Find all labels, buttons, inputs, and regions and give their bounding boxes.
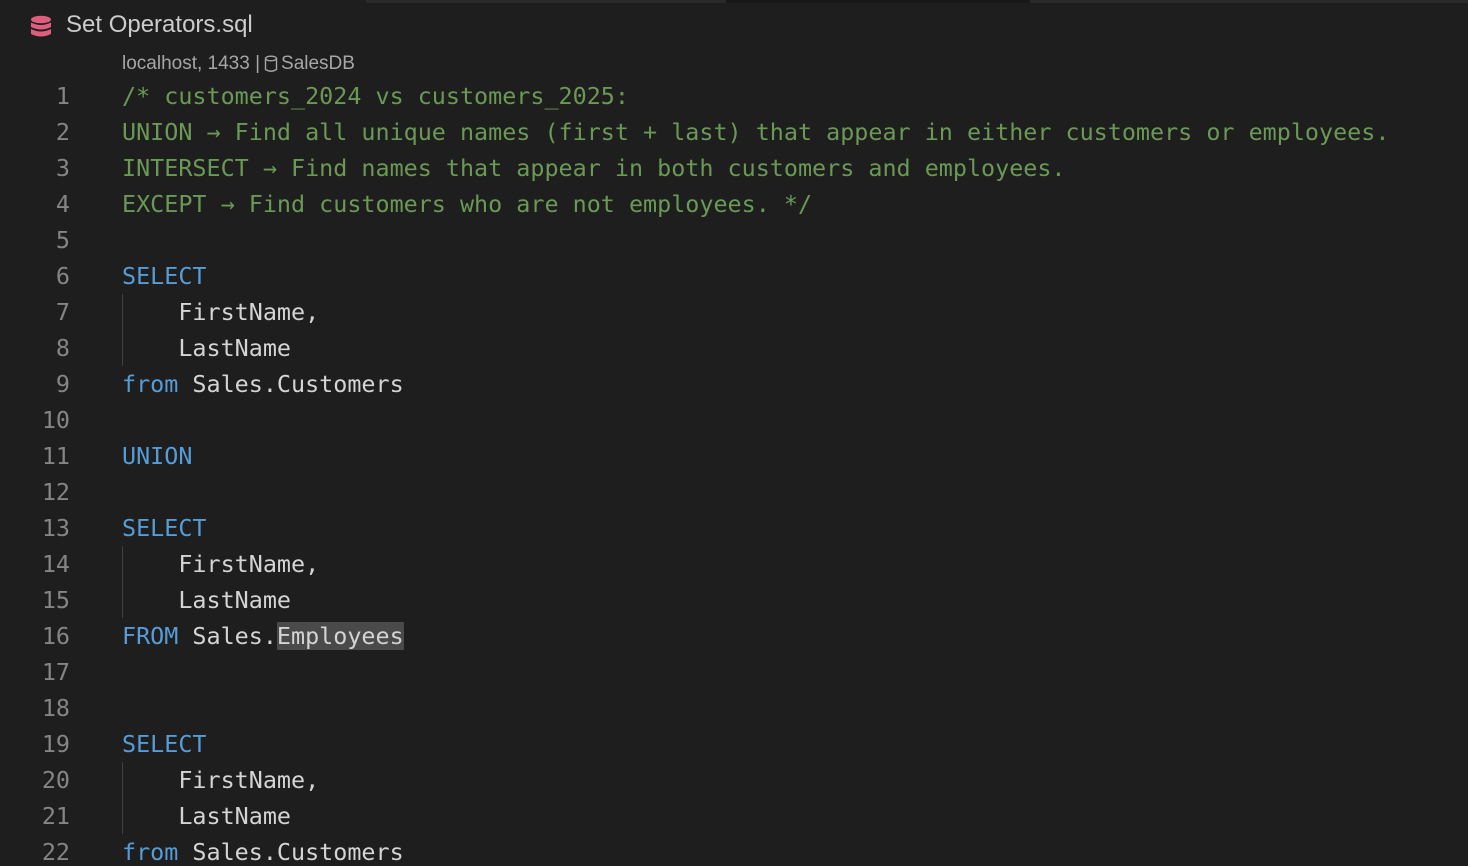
line-number: 18 bbox=[41, 694, 70, 722]
code-line[interactable]: 4 EXCEPT → Find customers who are not emp… bbox=[0, 186, 1468, 222]
sql-keyword: UNION bbox=[122, 442, 193, 470]
code-line[interactable]: 15 LastName bbox=[0, 582, 1468, 618]
line-number: 11 bbox=[41, 442, 70, 470]
connection-server: localhost, 1433 | bbox=[122, 53, 261, 74]
database-cylinder-icon bbox=[264, 55, 278, 72]
code-line[interactable]: 9 from Sales.Customers bbox=[0, 366, 1468, 402]
line-text: SELECT bbox=[122, 258, 207, 294]
code-token: FirstName, bbox=[122, 298, 320, 326]
code-token: FirstName, bbox=[122, 766, 320, 794]
code-line[interactable]: 2 UNION → Find all unique names (first + … bbox=[0, 114, 1468, 150]
line-number: 1 bbox=[55, 82, 70, 110]
code-line[interactable]: 8 LastName bbox=[0, 330, 1468, 366]
sql-keyword: SELECT bbox=[122, 262, 207, 290]
code-line[interactable]: 18 bbox=[0, 690, 1468, 726]
code-line[interactable]: 11 UNION bbox=[0, 438, 1468, 474]
line-text: from Sales.Customers bbox=[122, 834, 404, 866]
sql-keyword: FROM bbox=[122, 622, 179, 650]
line-text: INTERSECT → Find names that appear in bo… bbox=[122, 150, 1066, 186]
code-token: Sales. bbox=[178, 622, 277, 650]
line-text: UNION bbox=[122, 438, 192, 474]
line-text: SELECT bbox=[122, 726, 207, 762]
line-number: 16 bbox=[41, 622, 70, 650]
code-line[interactable]: 6 SELECT bbox=[0, 258, 1468, 294]
line-number: 19 bbox=[41, 730, 70, 758]
line-number: 5 bbox=[55, 226, 70, 254]
code-line[interactable]: 7 FirstName, bbox=[0, 294, 1468, 330]
line-number: 3 bbox=[55, 154, 70, 182]
line-number: 9 bbox=[55, 370, 70, 398]
tab-divider bbox=[1030, 0, 1468, 3]
line-number: 10 bbox=[41, 406, 70, 434]
code-token: FirstName, bbox=[122, 550, 320, 578]
line-number: 8 bbox=[55, 334, 70, 362]
line-number: 12 bbox=[41, 478, 70, 506]
line-number: 2 bbox=[55, 118, 70, 146]
connection-breadcrumb[interactable]: localhost, 1433 | SalesDB bbox=[122, 51, 355, 77]
sql-keyword: SELECT bbox=[122, 514, 207, 542]
line-text: FirstName, bbox=[122, 762, 319, 798]
code-line[interactable]: 20 FirstName, bbox=[0, 762, 1468, 798]
line-text: LastName bbox=[122, 330, 291, 366]
line-number: 6 bbox=[55, 262, 70, 290]
code-token: LastName bbox=[122, 334, 291, 362]
line-number: 17 bbox=[41, 658, 70, 686]
code-line[interactable]: 10 bbox=[0, 402, 1468, 438]
sql-keyword: SELECT bbox=[122, 730, 207, 758]
line-text: EXCEPT → Find customers who are not empl… bbox=[122, 186, 812, 222]
line-number: 7 bbox=[55, 298, 70, 326]
code-line[interactable]: 17 bbox=[0, 654, 1468, 690]
line-text: FROM Sales.Employees bbox=[122, 618, 404, 654]
line-number: 13 bbox=[41, 514, 70, 542]
line-number: 20 bbox=[41, 766, 70, 794]
line-text: /* customers_2024 vs customers_2025: bbox=[122, 78, 629, 114]
sql-comment: INTERSECT → Find names that appear in bo… bbox=[122, 154, 1066, 182]
sql-keyword: from bbox=[122, 370, 179, 398]
sql-keyword: from bbox=[122, 838, 179, 866]
code-token: Employees bbox=[276, 622, 404, 650]
connection-database: SalesDB bbox=[281, 53, 355, 74]
line-number: 14 bbox=[41, 550, 70, 578]
code-token: Sales.Customers bbox=[178, 370, 404, 398]
line-text: LastName bbox=[122, 798, 291, 834]
code-line[interactable]: 3 INTERSECT → Find names that appear in b… bbox=[0, 150, 1468, 186]
code-line[interactable]: 21 LastName bbox=[0, 798, 1468, 834]
code-line[interactable]: 5 bbox=[0, 222, 1468, 258]
line-number: 4 bbox=[55, 190, 70, 218]
code-token: LastName bbox=[122, 802, 291, 830]
tab-title: Set Operators.sql bbox=[66, 11, 253, 38]
code-line[interactable]: 13 SELECT bbox=[0, 510, 1468, 546]
code-token: Sales.Customers bbox=[178, 838, 404, 866]
line-number: 22 bbox=[41, 838, 70, 866]
line-text: FirstName, bbox=[122, 546, 319, 582]
line-text: SELECT bbox=[122, 510, 207, 546]
editor-tab[interactable]: Set Operators.sql bbox=[0, 0, 366, 52]
sql-comment: EXCEPT → Find customers who are not empl… bbox=[122, 190, 813, 218]
database-icon bbox=[31, 15, 51, 37]
line-text: from Sales.Customers bbox=[122, 366, 404, 402]
code-token: LastName bbox=[122, 586, 291, 614]
line-text: UNION → Find all unique names (first + l… bbox=[122, 114, 1389, 150]
code-line[interactable]: 19 SELECT bbox=[0, 726, 1468, 762]
sql-comment: UNION → Find all unique names (first + l… bbox=[122, 118, 1390, 146]
code-editor: Set Operators.sql localhost, 1433 | Sale… bbox=[0, 0, 1468, 866]
sql-comment: /* customers_2024 vs customers_2025: bbox=[122, 82, 629, 110]
code-line[interactable]: 14 FirstName, bbox=[0, 546, 1468, 582]
tab-divider bbox=[366, 0, 726, 3]
line-text: FirstName, bbox=[122, 294, 319, 330]
code-area[interactable]: 1 /* customers_2024 vs customers_2025: 2 UN… bbox=[0, 78, 1468, 866]
line-number: 15 bbox=[41, 586, 70, 614]
code-line[interactable]: 12 bbox=[0, 474, 1468, 510]
line-text: LastName bbox=[122, 582, 291, 618]
code-line[interactable]: 16 FROM Sales.Employees bbox=[0, 618, 1468, 654]
code-line[interactable]: 22 from Sales.Customers bbox=[0, 834, 1468, 866]
code-line[interactable]: 1 /* customers_2024 vs customers_2025: bbox=[0, 78, 1468, 114]
line-number: 21 bbox=[41, 802, 70, 830]
